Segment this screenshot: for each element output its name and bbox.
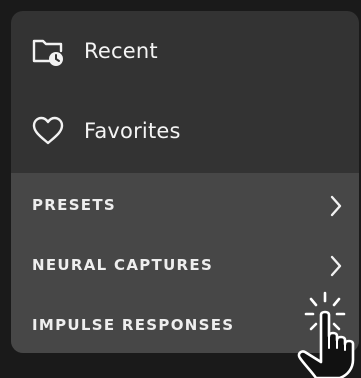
menu-item-label: IMPULSE RESPONSES xyxy=(32,316,235,334)
menu-item-neural-captures[interactable]: NEURAL CAPTURES xyxy=(11,235,359,295)
menu-item-label: Recent xyxy=(84,39,158,63)
heart-icon xyxy=(31,114,65,148)
menu-item-label: Favorites xyxy=(84,119,181,143)
menu-item-presets[interactable]: PRESETS xyxy=(11,175,359,235)
folder-clock-icon xyxy=(31,34,65,68)
chevron-right-icon xyxy=(329,194,343,218)
menu-item-label: PRESETS xyxy=(32,196,116,214)
menu-item-label: NEURAL CAPTURES xyxy=(32,256,214,274)
menu-item-favorites[interactable]: Favorites xyxy=(11,91,359,171)
app-screen: Recent Favorites PRESETS NEURAL CAPTURES… xyxy=(0,0,361,378)
tap-hand-icon xyxy=(296,290,361,378)
chevron-right-icon xyxy=(329,254,343,278)
menu-item-recent[interactable]: Recent xyxy=(11,11,359,91)
